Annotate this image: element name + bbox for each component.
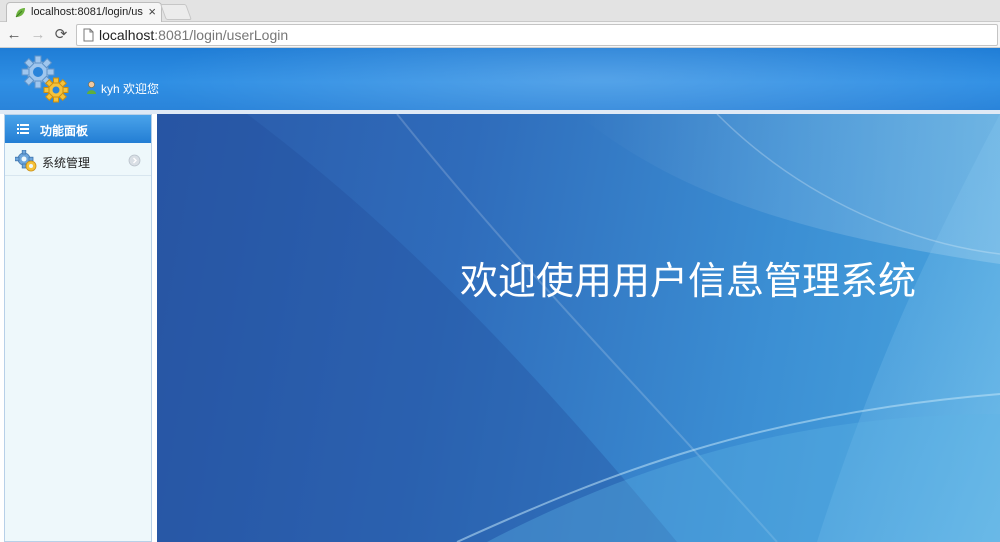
gear-icon xyxy=(15,150,37,172)
welcome-headline: 欢迎使用用户信息管理系统 xyxy=(460,259,917,303)
sidebar-item-label: 系统管理 xyxy=(42,156,91,170)
address-bar[interactable]: localhost:8081/login/userLogin xyxy=(76,24,998,46)
leaf-favicon-icon xyxy=(15,8,25,18)
header-sheen xyxy=(150,48,1000,110)
forward-arrow-icon[interactable]: → xyxy=(29,26,47,44)
tab-close-icon[interactable]: × xyxy=(148,4,156,20)
tab-title: localhost:8081/login/us xyxy=(31,6,143,18)
page-icon xyxy=(83,28,94,42)
browser-tab[interactable]: localhost:8081/login/us × xyxy=(6,2,162,23)
sidebar-item-system-management[interactable]: 系统管理 xyxy=(5,145,151,176)
sidebar: 功能面板 系统管理 xyxy=(4,114,152,542)
browser-tab-bar: localhost:8081/login/us × xyxy=(0,0,1000,23)
app-header: kyh 欢迎您 xyxy=(0,48,1000,110)
panel-header[interactable]: 功能面板 xyxy=(5,115,151,143)
reload-icon[interactable]: ⟳ xyxy=(52,26,70,44)
new-tab-button[interactable] xyxy=(160,4,192,20)
browser-nav-bar: ← → ⟳ localhost:8081/login/userLogin xyxy=(0,22,1000,48)
url-path: :8081/login/userLogin xyxy=(154,27,289,43)
panel-title: 功能面板 xyxy=(40,124,89,138)
url-text: localhost:8081/login/userLogin xyxy=(99,27,288,43)
list-icon xyxy=(17,124,29,134)
user-icon xyxy=(87,81,96,94)
back-arrow-icon[interactable]: ← xyxy=(5,26,23,44)
background-waves xyxy=(157,114,1000,542)
expand-arrow-icon[interactable] xyxy=(128,154,141,167)
url-host: localhost xyxy=(99,27,155,43)
main-content: 欢迎使用用户信息管理系统 xyxy=(157,114,1000,542)
welcome-text: kyh 欢迎您 xyxy=(101,82,160,96)
gears-logo-icon xyxy=(21,55,69,103)
